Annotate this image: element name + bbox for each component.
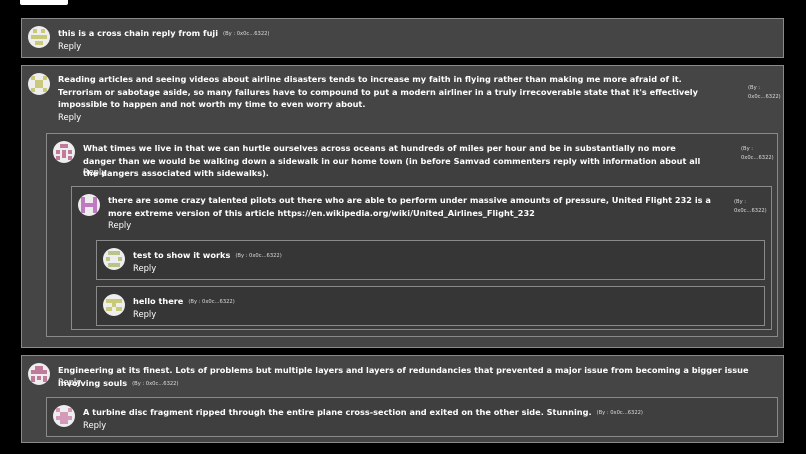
author-tag: (By :0x0c...6322) bbox=[741, 146, 774, 161]
avatar bbox=[28, 26, 50, 48]
comment-text: hello there (By : 0x0c...6322) bbox=[133, 296, 235, 306]
comment-card: A turbine disc fragment ripped through t… bbox=[46, 397, 778, 437]
comment-text: A turbine disc fragment ripped through t… bbox=[83, 407, 643, 417]
author-tag: (By :0x0c...6322) bbox=[734, 199, 767, 214]
author-tag: (By : 0x0c...6322) bbox=[235, 253, 282, 259]
comment-card: there are some crazy talented pilots out… bbox=[71, 186, 772, 330]
avatar bbox=[53, 405, 75, 427]
comment-text: Engineering at its finest. Lots of probl… bbox=[58, 365, 749, 388]
comment-card: Reading articles and seeing videos about… bbox=[21, 65, 784, 348]
comment-card: Engineering at its finest. Lots of probl… bbox=[21, 355, 784, 443]
avatar bbox=[28, 73, 50, 95]
avatar bbox=[53, 141, 75, 163]
avatar bbox=[103, 294, 125, 316]
comment-text: this is a cross chain reply from fuji (By… bbox=[58, 28, 270, 38]
author-tag: (By : 0x0c...6322) bbox=[188, 299, 235, 305]
comment-card: hello there (By : 0x0c...6322) Reply bbox=[96, 286, 765, 326]
avatar bbox=[78, 194, 100, 216]
comment-text: test to show it works (By : 0x0c...6322) bbox=[133, 250, 282, 260]
comment-text: What times we live in that we can hurtle… bbox=[83, 143, 701, 178]
comment-card: What times we live in that we can hurtle… bbox=[46, 133, 778, 337]
reply-button[interactable]: Reply bbox=[108, 220, 131, 230]
reply-button[interactable]: Reply bbox=[58, 377, 81, 387]
reply-button[interactable]: Reply bbox=[83, 167, 106, 177]
top-tab bbox=[20, 0, 68, 5]
comment-text: there are some crazy talented pilots out… bbox=[108, 195, 711, 218]
reply-button[interactable]: Reply bbox=[83, 420, 106, 430]
avatar bbox=[103, 248, 125, 270]
reply-button[interactable]: Reply bbox=[58, 112, 81, 122]
reply-button[interactable]: Reply bbox=[133, 263, 156, 273]
comment-card: test to show it works (By : 0x0c...6322) … bbox=[96, 240, 765, 280]
author-tag: (By : 0x0c...6322) bbox=[223, 31, 270, 37]
author-tag: (By : 0x0c...6322) bbox=[596, 410, 643, 416]
author-tag: (By :0x0c...6322) bbox=[748, 85, 781, 100]
comment-card: this is a cross chain reply from fuji (By… bbox=[21, 18, 784, 58]
author-tag: (By : 0x0c...6322) bbox=[132, 380, 179, 387]
reply-button[interactable]: Reply bbox=[58, 41, 81, 51]
reply-button[interactable]: Reply bbox=[133, 309, 156, 319]
comment-text: Reading articles and seeing videos about… bbox=[58, 74, 698, 109]
avatar bbox=[28, 363, 50, 385]
